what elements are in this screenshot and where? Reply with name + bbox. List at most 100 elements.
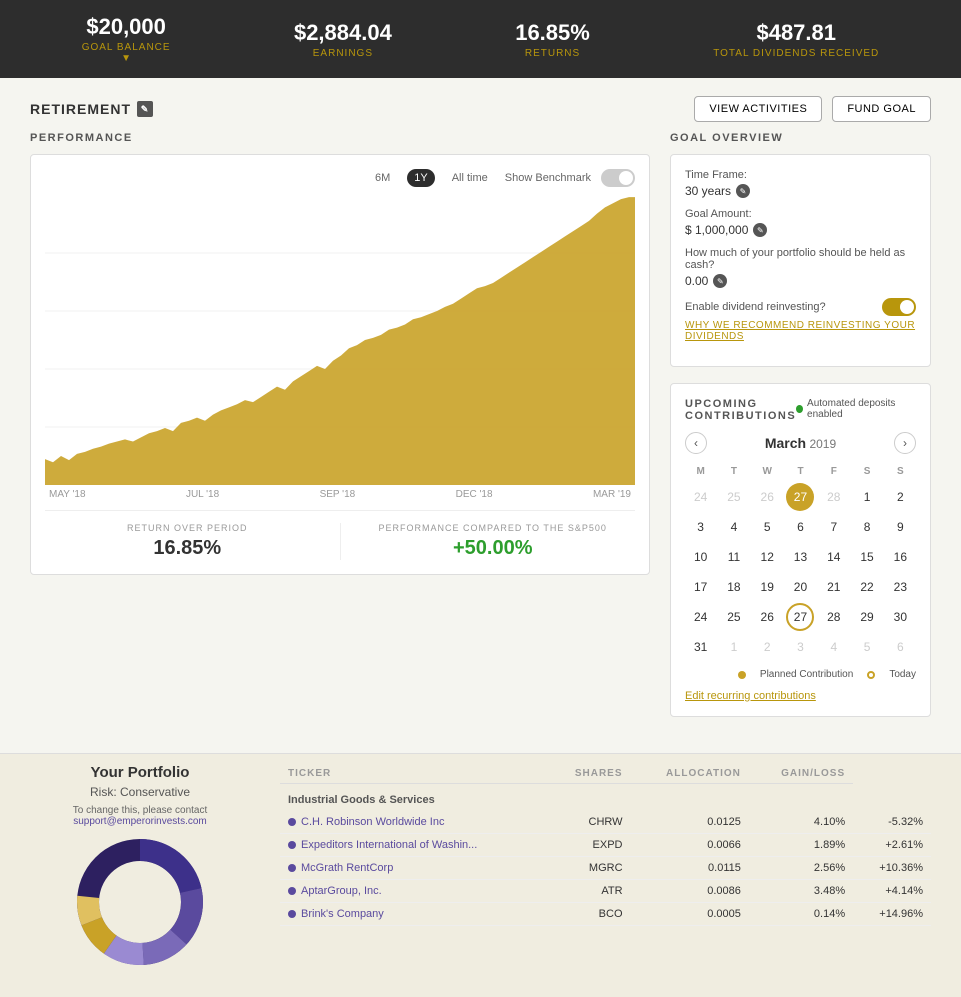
chart-svg: [45, 195, 635, 485]
period-alltime-button[interactable]: All time: [445, 169, 495, 187]
calendar-month-year: March 2019: [765, 435, 836, 451]
cal-day-10: 10: [687, 543, 715, 571]
stock-gainloss-chrw: -5.32%: [853, 811, 931, 834]
cal-header-t1: T: [718, 462, 749, 481]
cal-day-6: 6: [786, 513, 814, 541]
main-content: PERFORMANCE 6M 1Y All time Show Benchmar…: [0, 132, 961, 753]
table-row: C.H. Robinson Worldwide Inc CHRW 0.0125 …: [280, 811, 931, 834]
header-actions: VIEW ACTIVITIES FUND GOAL: [694, 96, 931, 122]
stock-name-expd: Expeditors International of Washin...: [280, 834, 548, 857]
return-period-label: RETURN OVER PERIOD: [45, 523, 330, 533]
cal-day-7: 7: [820, 513, 848, 541]
stock-allocation-mgrc: 2.56%: [749, 857, 853, 880]
cal-header-s2: S: [885, 462, 916, 481]
stock-link-atr[interactable]: AptarGroup, Inc.: [301, 885, 382, 897]
benchmark-toggle[interactable]: [601, 169, 635, 187]
cal-day-29: 29: [853, 603, 881, 631]
today-legend-dot: [867, 671, 875, 679]
table-row: Expeditors International of Washin... EX…: [280, 834, 931, 857]
cal-day-27-today: 27: [786, 603, 814, 631]
cal-day-3: 3: [687, 513, 715, 541]
planned-legend-label: Planned Contribution: [760, 669, 853, 680]
goal-amount-row: Goal Amount: $ 1,000,000 ✎: [685, 208, 916, 237]
col-ticker: Ticker: [280, 764, 548, 784]
cal-day-4: 4: [720, 513, 748, 541]
goal-amount-label: Goal Amount:: [685, 208, 916, 220]
cal-day-23: 23: [886, 573, 914, 601]
goal-balance-value: $20,000: [82, 14, 171, 40]
cal-day-20: 20: [786, 573, 814, 601]
fund-goal-button[interactable]: FUND GOAL: [832, 96, 931, 122]
portfolio-contact: To change this, please contact support@e…: [30, 805, 250, 827]
cal-day-16: 16: [886, 543, 914, 571]
goal-balance-label: GOAL BALANCE: [82, 42, 171, 53]
return-period-value: 16.85%: [45, 537, 330, 560]
portfolio-donut-chart: [75, 837, 205, 967]
dividends-value: $487.81: [713, 20, 879, 46]
stock-ticker-chrw: CHRW: [548, 811, 631, 834]
chart-label-may: MAY '18: [49, 489, 86, 500]
stock-link-chrw[interactable]: C.H. Robinson Worldwide Inc: [301, 816, 444, 828]
cal-day-1-apr: 1: [720, 633, 748, 661]
time-frame-value: 30 years ✎: [685, 184, 916, 198]
dividends-stat: $487.81 TOTAL DIVIDENDS RECEIVED: [713, 20, 879, 59]
performance-title: PERFORMANCE: [30, 132, 650, 144]
stock-ticker-expd: EXPD: [548, 834, 631, 857]
right-column: GOAL OVERVIEW Time Frame: 30 years ✎ Goa…: [670, 132, 931, 733]
dividend-link[interactable]: WHY WE RECOMMEND REINVESTING YOUR DIVIDE…: [685, 320, 916, 342]
earnings-stat: $2,884.04 EARNINGS: [294, 20, 392, 59]
chart-label-mar: MAR '19: [593, 489, 631, 500]
cal-day-31: 31: [687, 633, 715, 661]
returns-label: RETURNS: [515, 48, 590, 59]
calendar-prev-button[interactable]: ‹: [685, 432, 707, 454]
cash-row: How much of your portfolio should be hel…: [685, 247, 916, 288]
auto-deposit-status: Automated deposits enabled: [796, 398, 916, 420]
stock-table: Ticker Shares Allocation Gain/Loss Indus…: [280, 764, 931, 926]
time-frame-row: Time Frame: 30 years ✎: [685, 169, 916, 198]
dividend-reinvest-row: Enable dividend reinvesting? WHY WE RECO…: [685, 298, 916, 342]
stock-shares-chrw: 0.0125: [631, 811, 749, 834]
chart-x-labels: MAY '18 JUL '18 SEP '18 DEC '18 MAR '19: [45, 489, 635, 500]
perf-controls: 6M 1Y All time Show Benchmark: [45, 169, 635, 187]
stats-divider: [340, 523, 341, 560]
dividend-reinvest-toggle[interactable]: [882, 298, 916, 316]
edit-contributions-link[interactable]: Edit recurring contributions: [685, 690, 916, 702]
cal-day-2: 2: [886, 483, 914, 511]
return-period-stat: RETURN OVER PERIOD 16.85%: [45, 523, 330, 560]
goal-amount-edit-icon[interactable]: ✎: [753, 223, 767, 237]
stock-link-mgrc[interactable]: McGrath RentCorp: [301, 862, 393, 874]
sp500-comparison-stat: PERFORMANCE COMPARED TO THE S&P500 +50.0…: [351, 523, 636, 560]
stock-link-expd[interactable]: Expeditors International of Washin...: [301, 839, 477, 851]
edit-icon[interactable]: ✎: [137, 101, 153, 117]
stock-link-bco[interactable]: Brink's Company: [301, 908, 384, 920]
dividends-label: TOTAL DIVIDENDS RECEIVED: [713, 48, 879, 59]
cal-day-9: 9: [886, 513, 914, 541]
stock-dot-mgrc: [288, 864, 296, 872]
chart-label-sep: SEP '18: [320, 489, 356, 500]
cal-header-s1: S: [851, 462, 882, 481]
view-activities-button[interactable]: VIEW ACTIVITIES: [694, 96, 822, 122]
cal-header-w: W: [752, 462, 783, 481]
portfolio-left: Your Portfolio Risk: Conservative To cha…: [30, 764, 250, 967]
cal-header-f: F: [818, 462, 849, 481]
stock-name-bco: Brink's Company: [280, 903, 548, 926]
col-gainloss: Gain/Loss: [749, 764, 853, 784]
period-1y-button[interactable]: 1Y: [407, 169, 434, 187]
time-frame-edit-icon[interactable]: ✎: [736, 184, 750, 198]
cal-day-24-feb: 24: [687, 483, 715, 511]
cal-day-17: 17: [687, 573, 715, 601]
cal-day-12: 12: [753, 543, 781, 571]
cal-day-26: 26: [753, 603, 781, 631]
goal-balance-arrow: ▼: [82, 53, 171, 64]
stock-allocation-expd: 1.89%: [749, 834, 853, 857]
calendar-year: 2019: [809, 437, 836, 451]
contact-email-link[interactable]: support@emperorinvests.com: [73, 816, 207, 827]
cash-edit-icon[interactable]: ✎: [713, 274, 727, 288]
stock-shares-bco: 0.0005: [631, 903, 749, 926]
calendar-next-button[interactable]: ›: [894, 432, 916, 454]
contributions-card: UPCOMINGCONTRIBUTIONS Automated deposits…: [670, 383, 931, 717]
dividend-label: Enable dividend reinvesting?: [685, 301, 826, 313]
period-6m-button[interactable]: 6M: [368, 169, 397, 187]
page-title: RETIREMENT ✎: [30, 101, 153, 117]
today-legend-label: Today: [889, 669, 916, 680]
